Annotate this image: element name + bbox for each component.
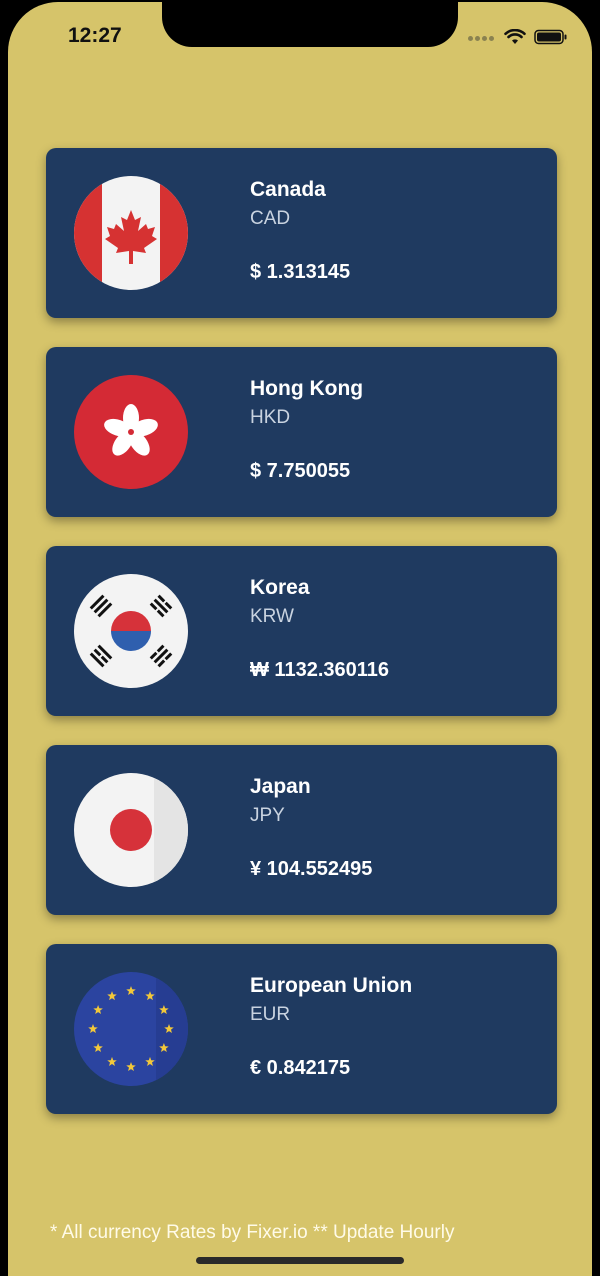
country-name: Hong Kong	[250, 377, 364, 400]
country-name: European Union	[250, 974, 413, 997]
canada-flag-icon	[74, 176, 188, 290]
currency-code: HKD	[250, 407, 291, 428]
wifi-icon	[504, 29, 526, 44]
korea-flag-icon	[74, 574, 188, 688]
currency-card-european-union[interactable]: European Union EUR € 0.842175	[46, 944, 557, 1114]
country-name: Korea	[250, 576, 310, 599]
currency-card-hong-kong[interactable]: Hong Kong HKD $ 7.750055	[46, 347, 557, 517]
currency-card-canada[interactable]: Canada CAD $ 1.313145	[46, 148, 557, 318]
hong-kong-flag-icon	[74, 375, 188, 489]
status-icons	[468, 28, 568, 46]
country-name: Japan	[250, 775, 311, 798]
exchange-rate: $ 1.313145	[250, 261, 351, 283]
exchange-rate: $ 7.750055	[250, 460, 351, 482]
device-notch	[162, 2, 458, 47]
country-name: Canada	[250, 178, 326, 201]
japan-flag-icon	[74, 773, 188, 887]
exchange-rate: ₩ 1132.360116	[250, 659, 390, 681]
home-indicator[interactable]	[196, 1257, 404, 1264]
currency-code: EUR	[250, 1004, 291, 1025]
exchange-rate: € 0.842175	[250, 1057, 351, 1079]
status-time: 12:27	[68, 24, 122, 47]
battery-icon	[534, 29, 567, 45]
exchange-rate: ¥ 104.552495	[250, 858, 373, 880]
currency-code: JPY	[250, 805, 285, 826]
signal-dots-icon	[468, 28, 496, 46]
currency-code: CAD	[250, 208, 291, 229]
footer-note: * All currency Rates by Fixer.io ** Upda…	[50, 1222, 455, 1243]
currency-code: KRW	[250, 606, 294, 627]
currency-card-korea[interactable]: Korea KRW ₩ 1132.360116	[46, 546, 557, 716]
eu-flag-icon	[74, 972, 188, 1086]
currency-card-japan[interactable]: Japan JPY ¥ 104.552495	[46, 745, 557, 915]
